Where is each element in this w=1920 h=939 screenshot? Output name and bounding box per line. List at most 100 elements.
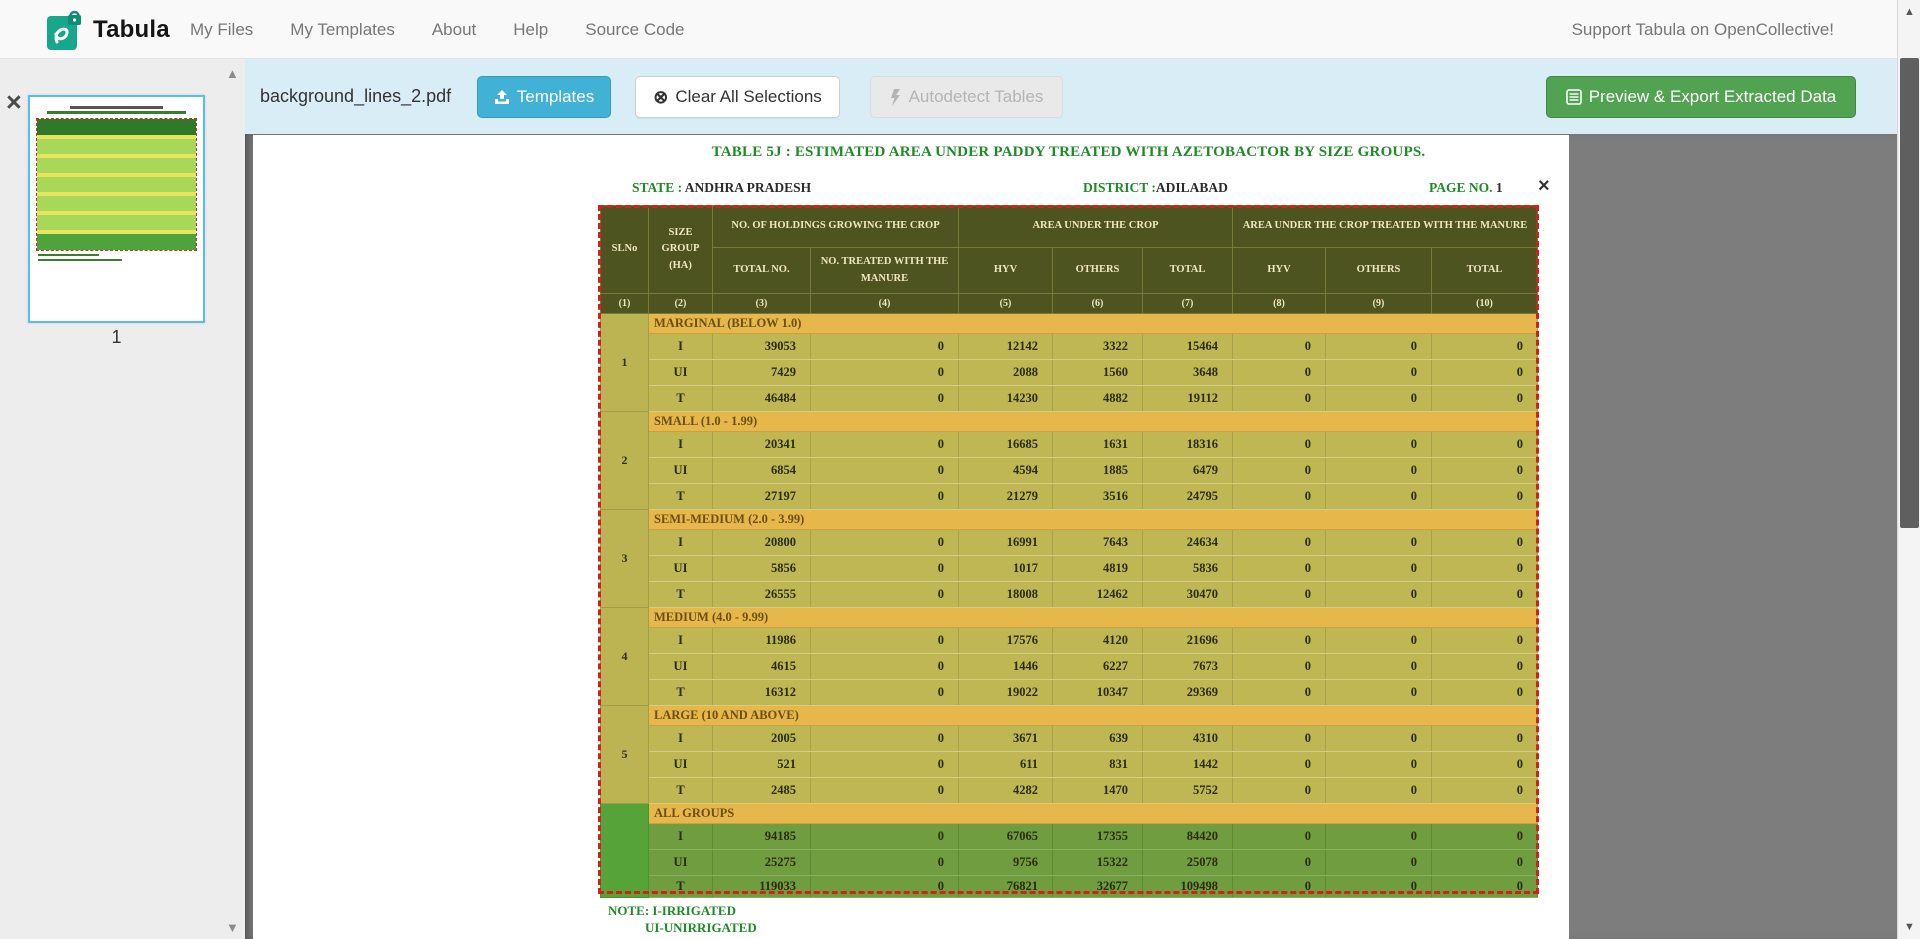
table-cell: 1631 — [1053, 432, 1143, 458]
table-cell: 0 — [811, 360, 959, 386]
table-row: UI74290208815603648000 — [601, 360, 1538, 386]
table-cell: 0 — [811, 680, 959, 706]
column-subheader: HYV — [1233, 248, 1326, 294]
table-cell: 16685 — [959, 432, 1053, 458]
table-cell: 0 — [1326, 484, 1432, 510]
nav-about[interactable]: About — [432, 20, 476, 40]
sidebar-scroll-down-icon[interactable]: ▼ — [226, 920, 239, 935]
table-cell: 0 — [1233, 726, 1326, 752]
table-cell: 0 — [811, 484, 959, 510]
table-row: UI52106118311442000 — [601, 752, 1538, 778]
export-button[interactable]: Preview & Export Extracted Data — [1546, 76, 1856, 118]
column-number-cell: (1) — [601, 294, 649, 314]
column-header: NO. OF HOLDINGS GROWING THE CROP — [713, 206, 959, 248]
thumbnail-note-line — [38, 254, 99, 256]
table-cell: 831 — [1053, 752, 1143, 778]
table-row: T46484014230488219112000 — [601, 386, 1538, 412]
table-cell: 0 — [1233, 876, 1326, 898]
table-cell: 21279 — [959, 484, 1053, 510]
table-cell: T — [649, 680, 713, 706]
nav-my-files[interactable]: My Files — [190, 20, 253, 40]
column-number-cell: (2) — [649, 294, 713, 314]
table-cell: 19022 — [959, 680, 1053, 706]
table-cell: 0 — [1432, 360, 1538, 386]
table-header-row: SLNoSIZE GROUP (HA)NO. OF HOLDINGS GROWI… — [601, 206, 1538, 248]
size-group-row: 4MEDIUM (4.0 - 9.99) — [601, 608, 1538, 628]
table-cell: 0 — [1326, 654, 1432, 680]
table-cell: 12142 — [959, 334, 1053, 360]
brand[interactable]: Tabula — [44, 7, 170, 53]
brand-name[interactable]: Tabula — [93, 16, 170, 44]
column-number-cell: (10) — [1432, 294, 1538, 314]
table-cell: 0 — [811, 726, 959, 752]
table-cell: 17355 — [1053, 824, 1143, 850]
table-cell: 0 — [1233, 680, 1326, 706]
table-cell: UI — [649, 458, 713, 484]
export-label: Preview & Export Extracted Data — [1589, 87, 1837, 107]
table-cell: 0 — [1432, 850, 1538, 876]
templates-button[interactable]: Templates — [477, 76, 611, 118]
column-header: SLNo — [601, 206, 649, 294]
selection-close-icon[interactable]: × — [1538, 176, 1550, 196]
table-cell: 24634 — [1143, 530, 1233, 556]
clear-selections-button[interactable]: ⊗ Clear All Selections — [635, 76, 840, 118]
table-cell: 11986 — [713, 628, 811, 654]
table-cell: 15322 — [1053, 850, 1143, 876]
column-subheader: NO. TREATED WITH THE MANURE — [811, 248, 959, 294]
size-group-label: MEDIUM (4.0 - 9.99) — [649, 608, 1538, 628]
table-cell: I — [649, 628, 713, 654]
nav-source-code[interactable]: Source Code — [585, 20, 684, 40]
table-cell: 10347 — [1053, 680, 1143, 706]
table-cell: 1560 — [1053, 360, 1143, 386]
table-cell: 4282 — [959, 778, 1053, 804]
table-cell: I — [649, 334, 713, 360]
table-row: T27197021279351624795000 — [601, 484, 1538, 510]
table-cell: UI — [649, 752, 713, 778]
pdf-filename: background_lines_2.pdf — [260, 59, 451, 134]
table-subheader-row: TOTAL NO.NO. TREATED WITH THE MANUREHYVO… — [601, 248, 1538, 294]
tabula-app: Tabula My Files My Templates About Help … — [0, 0, 1920, 939]
table-cell: 84420 — [1143, 824, 1233, 850]
size-group-row: ALL GROUPS — [601, 804, 1538, 824]
nav-my-templates[interactable]: My Templates — [290, 20, 395, 40]
column-header: AREA UNDER THE CROP — [959, 206, 1233, 248]
table-row: UI68540459418856479000 — [601, 458, 1538, 484]
table-cell: 29369 — [1143, 680, 1233, 706]
table-cell: I — [649, 432, 713, 458]
table-cell: I — [649, 824, 713, 850]
table-cell: 18008 — [959, 582, 1053, 608]
sidebar-scroll-up-icon[interactable]: ▲ — [226, 66, 239, 81]
scrollbar-up-icon[interactable]: ▲ — [1898, 2, 1920, 22]
scrollbar-down-icon[interactable]: ▼ — [1898, 917, 1920, 937]
remove-page-button[interactable]: × — [6, 89, 22, 116]
table-cell: 2485 — [713, 778, 811, 804]
table-cell: I — [649, 726, 713, 752]
table-cell: 0 — [1233, 556, 1326, 582]
doc-page-no: PAGE NO. 1 — [1429, 180, 1503, 196]
table-cell: 67065 — [959, 824, 1053, 850]
table-row: UI58560101748195836000 — [601, 556, 1538, 582]
table-cell: 0 — [1432, 386, 1538, 412]
column-subheader: TOTAL — [1143, 248, 1233, 294]
table-cell: 76821 — [959, 876, 1053, 898]
table-cell: 1442 — [1143, 752, 1233, 778]
table-cell: 4819 — [1053, 556, 1143, 582]
autodetect-tables-button[interactable]: Autodetect Tables — [870, 76, 1063, 118]
pdf-page[interactable]: TABLE 5J : ESTIMATED AREA UNDER PADDY TR… — [253, 135, 1569, 939]
table-cell: 0 — [811, 334, 959, 360]
table-cell: 18316 — [1143, 432, 1233, 458]
table-cell: 0 — [811, 628, 959, 654]
table-row: I11986017576412021696000 — [601, 628, 1538, 654]
doc-note-1: NOTE: I-IRRIGATED — [608, 903, 736, 919]
table-cell: 27197 — [713, 484, 811, 510]
page-thumbnail[interactable] — [28, 95, 205, 323]
table-cell: 20341 — [713, 432, 811, 458]
table-cell: 639 — [1053, 726, 1143, 752]
table-cell: 0 — [1432, 628, 1538, 654]
table-cell: UI — [649, 360, 713, 386]
nav-help[interactable]: Help — [513, 20, 548, 40]
main-scrollbar-track[interactable]: ▲ ▼ — [1897, 0, 1920, 939]
main-scrollbar-thumb[interactable] — [1900, 58, 1919, 528]
table-cell: T — [649, 876, 713, 898]
support-link[interactable]: Support Tabula on OpenCollective! — [1572, 0, 1834, 59]
